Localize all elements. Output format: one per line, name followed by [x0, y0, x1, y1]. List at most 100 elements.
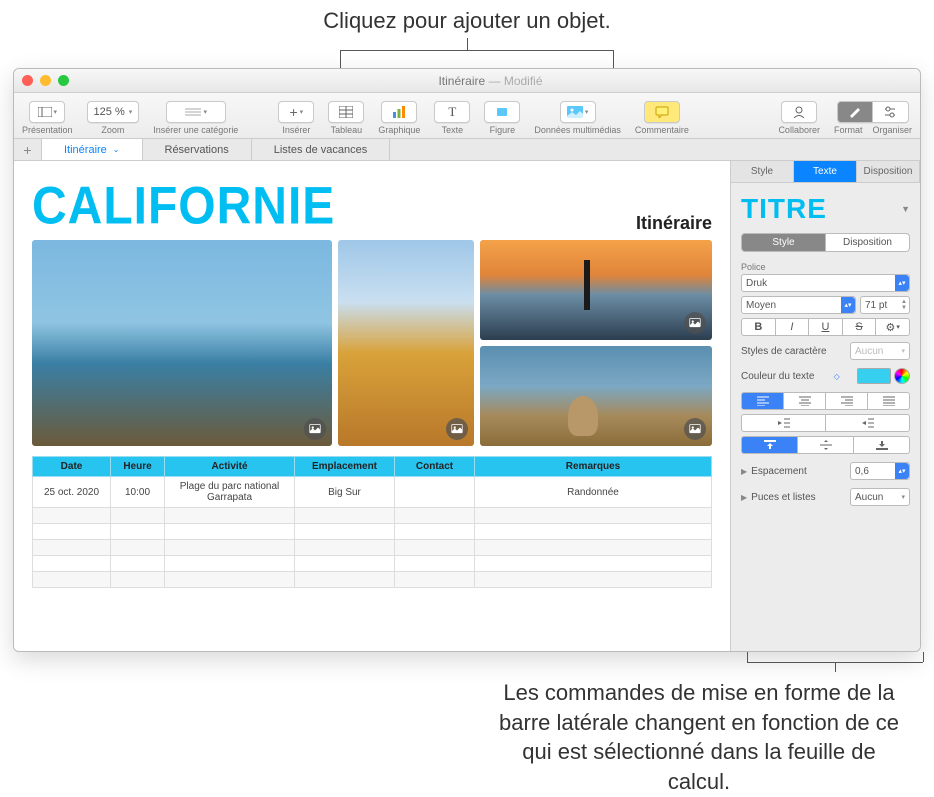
tb-shape-group: Figure: [484, 101, 520, 135]
image-badge-icon[interactable]: [304, 418, 326, 440]
document-name: Itinéraire: [438, 74, 485, 88]
table-row[interactable]: [33, 508, 712, 524]
disclosure-triangle-icon[interactable]: ▶: [741, 493, 747, 502]
font-size-field[interactable]: 71 pt ▲▼: [860, 296, 910, 314]
paragraph-style-name[interactable]: TITRE: [741, 193, 827, 225]
chevron-down-icon[interactable]: ▼: [901, 204, 910, 214]
photo-lighthouse[interactable]: [480, 240, 712, 340]
image-badge-icon[interactable]: [684, 418, 706, 440]
char-styles-value: Aucun: [855, 346, 883, 357]
table-row[interactable]: [33, 556, 712, 572]
photo-seals[interactable]: [480, 346, 712, 446]
font-family-select[interactable]: Druk ▴▾: [741, 274, 910, 292]
align-right-button[interactable]: [826, 392, 868, 410]
text-button[interactable]: T: [434, 101, 470, 123]
horizontal-align: [741, 392, 910, 410]
add-sheet-button[interactable]: +: [14, 139, 42, 160]
tab-arrange[interactable]: Disposition: [857, 161, 920, 183]
workspace: CALIFORNIE Itinéraire Date Heure Activit…: [14, 161, 920, 651]
cell-heure[interactable]: 10:00: [111, 477, 165, 508]
valign-bottom-button[interactable]: [854, 436, 910, 454]
comment-button[interactable]: [644, 101, 680, 123]
fullscreen-icon[interactable]: [58, 75, 69, 86]
col-remarques[interactable]: Remarques: [475, 457, 712, 477]
sheet-tab-reservations[interactable]: Réservations: [143, 139, 252, 160]
image-badge-icon[interactable]: [684, 312, 706, 334]
table-row[interactable]: [33, 524, 712, 540]
spacing-select[interactable]: 0,6 ▴▾: [850, 462, 910, 480]
zoom-select[interactable]: 125 %▾: [87, 101, 140, 123]
titlebar: Itinéraire — Modifié: [14, 69, 920, 93]
sliders-icon: [883, 106, 897, 118]
image-badge-icon[interactable]: [446, 418, 468, 440]
strikethrough-button[interactable]: S: [843, 318, 877, 336]
font-weight-select[interactable]: Moyen ▴▾: [741, 296, 856, 314]
photo-grid: [32, 240, 712, 446]
col-heure[interactable]: Heure: [111, 457, 165, 477]
indent-button[interactable]: [826, 414, 910, 432]
col-date[interactable]: Date: [33, 457, 111, 477]
table-row[interactable]: 25 oct. 2020 10:00 Plage du parc nationa…: [33, 477, 712, 508]
cell-contact[interactable]: [395, 477, 475, 508]
bullets-select[interactable]: Aucun ▾: [850, 488, 910, 506]
advanced-button[interactable]: ⚙▾: [876, 318, 910, 336]
minimize-icon[interactable]: [40, 75, 51, 86]
sheet-tab-itineraire[interactable]: Itinéraire⌄: [42, 139, 143, 160]
subtab-style[interactable]: Style: [741, 233, 826, 252]
subtab-layout[interactable]: Disposition: [826, 233, 910, 252]
media-button[interactable]: ▾: [560, 101, 596, 123]
spacing-label: Espacement: [751, 466, 807, 477]
collaborate-label: Collaborer: [778, 125, 820, 135]
disclosure-triangle-icon[interactable]: ▶: [741, 467, 747, 476]
canvas[interactable]: CALIFORNIE Itinéraire Date Heure Activit…: [14, 161, 730, 651]
page-title[interactable]: CALIFORNIE: [32, 176, 335, 237]
tb-table-group: Tableau: [328, 101, 364, 135]
outdent-button[interactable]: [741, 414, 826, 432]
text-color-label: Couleur du texte: [741, 371, 814, 382]
char-styles-select[interactable]: Aucun ▾: [850, 342, 910, 360]
valign-top-button[interactable]: [741, 436, 798, 454]
cell-date[interactable]: 25 oct. 2020: [33, 477, 111, 508]
cell-emplacement[interactable]: Big Sur: [295, 477, 395, 508]
close-icon[interactable]: [22, 75, 33, 86]
col-contact[interactable]: Contact: [395, 457, 475, 477]
data-table[interactable]: Date Heure Activité Emplacement Contact …: [32, 456, 712, 588]
italic-button[interactable]: I: [776, 318, 810, 336]
insert-category-button[interactable]: ▾: [166, 101, 226, 123]
underline-button[interactable]: U: [809, 318, 843, 336]
presentation-button[interactable]: ▾: [29, 101, 65, 123]
chart-icon: [392, 106, 406, 118]
align-justify-button[interactable]: [868, 392, 910, 410]
page-subtitle[interactable]: Itinéraire: [636, 213, 712, 234]
table-button[interactable]: [328, 101, 364, 123]
cell-remarques[interactable]: Randonnée: [475, 477, 712, 508]
table-row[interactable]: [33, 572, 712, 588]
organize-button[interactable]: [873, 101, 909, 123]
shape-button[interactable]: [484, 101, 520, 123]
select-arrows-icon: ▴▾: [895, 463, 909, 479]
bold-button[interactable]: B: [741, 318, 776, 336]
photo-coast[interactable]: [32, 240, 332, 446]
photo-flowers[interactable]: [338, 240, 474, 446]
align-center-button[interactable]: [784, 392, 826, 410]
collaborate-button[interactable]: [781, 101, 817, 123]
insert-button[interactable]: +▾: [278, 101, 314, 123]
chart-button[interactable]: [381, 101, 417, 123]
col-activite[interactable]: Activité: [165, 457, 295, 477]
font-size-value: 71 pt: [865, 300, 887, 311]
table-row[interactable]: [33, 540, 712, 556]
tab-text[interactable]: Texte: [794, 161, 857, 183]
sheet-tab-listes[interactable]: Listes de vacances: [252, 139, 391, 160]
shape-icon: [495, 106, 509, 118]
format-button[interactable]: [837, 101, 873, 123]
tab-style[interactable]: Style: [731, 161, 794, 183]
valign-middle-button[interactable]: [798, 436, 854, 454]
shape-label: Figure: [490, 125, 516, 135]
cell-activite[interactable]: Plage du parc national Garrapata: [165, 477, 295, 508]
text-color-swatch[interactable]: [857, 368, 891, 384]
color-picker-button[interactable]: [894, 368, 910, 384]
table-label: Tableau: [331, 125, 363, 135]
align-left-button[interactable]: [741, 392, 784, 410]
col-emplacement[interactable]: Emplacement: [295, 457, 395, 477]
stepper-icon[interactable]: ▲▼: [901, 299, 907, 311]
